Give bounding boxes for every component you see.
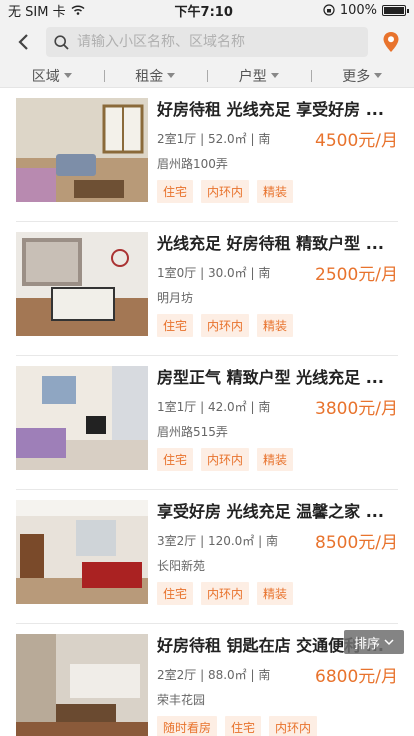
- listing-photo: [16, 232, 148, 336]
- battery-percent: 100%: [339, 2, 377, 18]
- listing-tag: 住宅: [157, 582, 194, 605]
- listing-photo: [16, 634, 148, 736]
- listing-tag: 精装: [257, 180, 294, 203]
- wifi-icon: [71, 5, 85, 15]
- listing-price: 8500元/月: [315, 533, 398, 553]
- listing-item[interactable]: 享受好房 光线充足 温馨之家 ... 3室2厅 | 120.0㎡ | 南 850…: [16, 490, 398, 624]
- listing-title: 房型正气 精致户型 光线充足 ...: [157, 368, 384, 387]
- listing-tag: 精装: [257, 582, 294, 605]
- filter-rent[interactable]: 租金: [103, 66, 208, 86]
- listing-price: 3800元/月: [315, 399, 398, 419]
- listing-item[interactable]: 好房待租 钥匙在店 交通便利 ... 2室2厅 | 88.0㎡ | 南 6800…: [16, 624, 398, 736]
- location-pin-icon: [383, 32, 399, 52]
- listing-tag: 内环内: [201, 582, 250, 605]
- listing-tag: 内环内: [201, 314, 250, 337]
- chevron-down-icon: [384, 639, 394, 646]
- search-box[interactable]: [46, 27, 368, 57]
- listing-price: 6800元/月: [315, 667, 398, 687]
- top-bar: [0, 20, 414, 64]
- listing-title: 好房待租 光线充足 享受好房 ...: [157, 100, 384, 119]
- caret-down-icon: [270, 73, 279, 78]
- listing-address: 荣丰花园: [157, 693, 206, 707]
- listing-tag: 内环内: [269, 716, 318, 736]
- listing-title: 享受好房 光线充足 温馨之家 ...: [157, 502, 384, 521]
- filter-more[interactable]: 更多: [310, 66, 414, 86]
- listing-price: 2500元/月: [315, 265, 398, 285]
- listing-title: 光线充足 好房待租 精致户型 ...: [157, 234, 384, 253]
- listing-price: 4500元/月: [315, 131, 398, 151]
- filter-bar: 区域 租金 户型 更多: [0, 64, 414, 88]
- caret-down-icon: [63, 73, 72, 78]
- caret-down-icon: [167, 73, 176, 78]
- battery-icon: [382, 4, 409, 16]
- listing-address: 明月坊: [157, 291, 194, 305]
- listing-spec: 2室1厅 | 52.0㎡ | 南: [157, 132, 271, 146]
- search-input[interactable]: [77, 34, 360, 50]
- clock: 下午7:10: [174, 4, 233, 20]
- filter-area[interactable]: 区域: [0, 66, 104, 86]
- location-button[interactable]: [378, 27, 404, 57]
- listing-address: 眉州路100弄: [157, 157, 228, 171]
- back-button[interactable]: [10, 27, 36, 57]
- listing-tag: 住宅: [157, 448, 194, 471]
- listing-tag: 内环内: [201, 448, 250, 471]
- listing-spec: 1室1厅 | 42.0㎡ | 南: [157, 400, 271, 414]
- listing-spec: 2室2厅 | 88.0㎡ | 南: [157, 668, 271, 682]
- listing-spec: 3室2厅 | 120.0㎡ | 南: [157, 534, 278, 548]
- listing-tag: 住宅: [157, 180, 194, 203]
- sort-button[interactable]: 排序: [344, 630, 404, 654]
- listing-item[interactable]: 好房待租 光线充足 享受好房 ... 2室1厅 | 52.0㎡ | 南 4500…: [16, 88, 398, 222]
- filter-layout[interactable]: 户型: [207, 66, 311, 86]
- listing-tag: 住宅: [157, 314, 194, 337]
- listing-photo: [16, 500, 148, 604]
- chevron-left-icon: [18, 34, 28, 50]
- listing-address: 眉州路515弄: [157, 425, 228, 439]
- listing-tag: 精装: [257, 314, 294, 337]
- orientation-lock-icon: [323, 4, 335, 16]
- listing-tag: 住宅: [225, 716, 262, 736]
- listing-photo: [16, 366, 148, 470]
- listing-tag: 随时看房: [157, 716, 218, 736]
- listing-spec: 1室0厅 | 30.0㎡ | 南: [157, 266, 271, 280]
- carrier-text: 无 SIM 卡: [8, 4, 66, 20]
- listing-tag: 精装: [257, 448, 294, 471]
- listing-photo: [16, 98, 148, 202]
- listing-tag: 内环内: [201, 180, 250, 203]
- listing-item[interactable]: 光线充足 好房待租 精致户型 ... 1室0厅 | 30.0㎡ | 南 2500…: [16, 222, 398, 356]
- search-icon: [54, 34, 69, 50]
- status-bar: 无 SIM 卡 下午7:10 100%: [0, 0, 414, 20]
- listing-address: 长阳新苑: [157, 559, 206, 573]
- listing-item[interactable]: 房型正气 精致户型 光线充足 ... 1室1厅 | 42.0㎡ | 南 3800…: [16, 356, 398, 490]
- caret-down-icon: [374, 73, 383, 78]
